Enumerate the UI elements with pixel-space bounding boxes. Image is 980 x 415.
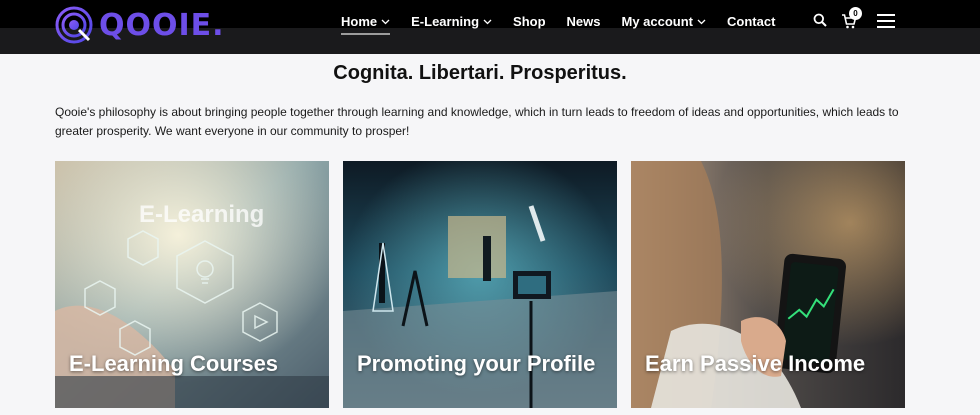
chevron-down-icon — [483, 19, 492, 25]
hamburger-menu-icon[interactable] — [877, 14, 895, 28]
nav-item-shop[interactable]: Shop — [513, 14, 546, 29]
card-e-learning-courses[interactable]: E-Learning E-Learning Courses — [55, 161, 329, 408]
logo-text: QOOIE. — [99, 7, 225, 43]
nav-label: Home — [341, 14, 378, 29]
site-logo[interactable]: QOOIE. — [55, 6, 225, 44]
nav-item-contact[interactable]: Contact — [727, 14, 775, 29]
nav-item-news[interactable]: News — [567, 14, 601, 29]
nav-label: News — [566, 14, 601, 29]
nav-item-e-learning[interactable]: E-Learning — [411, 14, 492, 29]
chevron-down-icon — [697, 19, 706, 25]
card-earn-passive-income[interactable]: Earn Passive Income — [631, 161, 905, 408]
cart-count-badge: 0 — [849, 7, 862, 20]
card-title: Promoting your Profile — [357, 351, 596, 376]
main-nav: Home E-Learning Shop News My account Con… — [341, 14, 775, 35]
nav-label: Shop — [513, 14, 546, 29]
site-header: QOOIE. Home E-Learning Shop News My acco… — [0, 0, 980, 54]
card-title: E-Learning Courses — [69, 351, 279, 376]
search-icon[interactable] — [813, 13, 827, 27]
card-promoting-your-profile[interactable]: Promoting your Profile — [343, 161, 617, 408]
card-image-text: E-Learning — [139, 201, 265, 228]
nav-label: My account — [621, 14, 694, 29]
nav-item-my-account[interactable]: My account — [622, 14, 707, 29]
chevron-down-icon — [381, 19, 390, 25]
page-tagline: Cognita. Libertari. Prosperitus. — [333, 62, 627, 84]
nav-label: E-Learning — [411, 14, 480, 29]
card-title: Earn Passive Income — [645, 351, 866, 376]
nav-label: Contact — [727, 14, 776, 29]
logo-mark-icon — [55, 6, 93, 44]
nav-item-home[interactable]: Home — [341, 14, 391, 35]
philosophy-text: Qooie's philosophy is about bringing peo… — [55, 105, 899, 138]
